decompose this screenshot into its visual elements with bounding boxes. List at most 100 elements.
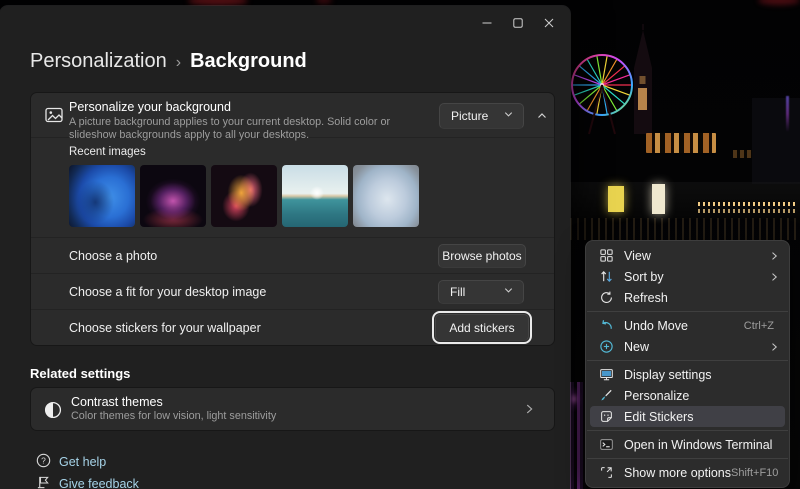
menu-item-display-settings[interactable]: Display settings — [590, 364, 785, 385]
breadcrumb: Personalization › Background — [30, 50, 307, 73]
browse-photos-button[interactable]: Browse photos — [438, 244, 526, 268]
menu-item-label: Sort by — [624, 270, 768, 284]
menu-item-open-in-windows-terminal[interactable]: Open in Windows Terminal — [590, 434, 785, 455]
chevron-right-icon — [768, 271, 780, 283]
church-tower — [626, 24, 660, 136]
personalize-background-card: Personalize your background A picture ba… — [30, 92, 555, 346]
contrast-themes-title: Contrast themes — [71, 395, 276, 410]
recent-images-section: Recent images — [31, 138, 554, 238]
menu-item-refresh[interactable]: Refresh — [590, 287, 785, 308]
get-help-link[interactable]: ? Get help — [36, 453, 106, 471]
close-button[interactable] — [533, 10, 564, 36]
menu-item-label: Edit Stickers — [624, 410, 778, 424]
recent-image-abstract-bloom-dark[interactable] — [211, 165, 277, 227]
menu-item-show-more-options[interactable]: Show more options Shift+F10 — [590, 462, 785, 483]
building-silhouette — [752, 98, 800, 184]
screen: Personalization › Background Personalize… — [0, 0, 800, 489]
get-help-label: Get help — [59, 455, 106, 469]
help-icon: ? — [36, 453, 51, 471]
recent-image-sun-over-water[interactable] — [282, 165, 348, 227]
sort-arrows-icon — [598, 269, 614, 285]
contrast-themes-card[interactable]: Contrast themes Color themes for low vis… — [30, 387, 555, 431]
refresh-icon — [598, 290, 614, 306]
menu-item-shortcut: Shift+F10 — [731, 467, 778, 479]
row-label: Choose a fit for your desktop image — [69, 285, 266, 299]
undo-icon — [598, 318, 614, 334]
menu-item-undo-move[interactable]: Undo Move Ctrl+Z — [590, 315, 785, 336]
sticker-icon — [598, 409, 614, 425]
image-icon — [44, 105, 64, 130]
lit-panel-pale — [652, 184, 665, 214]
row-label: Choose a photo — [69, 249, 157, 263]
monitor-icon — [598, 367, 614, 383]
dropdown-value: Fill — [450, 285, 465, 299]
chevron-up-icon[interactable] — [536, 109, 548, 127]
menu-item-label: Undo Move — [624, 319, 744, 333]
lit-panel-yellow — [608, 186, 624, 212]
menu-separator — [587, 311, 788, 312]
menu-item-label: View — [624, 249, 768, 263]
menu-item-sort-by[interactable]: Sort by — [590, 266, 785, 287]
recent-images-row — [69, 165, 554, 227]
chevron-down-icon — [503, 285, 514, 299]
menu-item-label: Open in Windows Terminal — [624, 438, 778, 452]
settings-window: Personalization › Background Personalize… — [0, 6, 570, 489]
menu-item-edit-stickers[interactable]: Edit Stickers — [590, 406, 785, 427]
add-stickers-button[interactable]: Add stickers — [435, 314, 529, 341]
page-title: Background — [190, 50, 307, 73]
row-label: Choose stickers for your wallpaper — [69, 321, 261, 335]
menu-item-label: Show more options — [624, 466, 731, 480]
breadcrumb-parent[interactable]: Personalization — [30, 50, 167, 73]
recent-image-windows-bloom-blue[interactable] — [69, 165, 135, 227]
red-light-glow — [758, 0, 800, 5]
breadcrumb-separator-icon: › — [176, 52, 181, 72]
desktop-context-menu: View Sort by Refresh Undo Move Ctrl+Z — [585, 240, 790, 488]
plus-circle-icon — [598, 339, 614, 355]
menu-item-personalize[interactable]: Personalize — [590, 385, 785, 406]
chevron-right-icon — [522, 402, 536, 421]
menu-item-label: New — [624, 340, 768, 354]
grid-icon — [598, 248, 614, 264]
menu-item-label: Display settings — [624, 368, 778, 382]
red-light-glow — [316, 0, 332, 4]
menu-separator — [587, 360, 788, 361]
fit-dropdown[interactable]: Fill — [438, 280, 524, 304]
dropdown-value: Picture — [451, 109, 488, 123]
related-settings-header: Related settings — [30, 366, 130, 381]
menu-separator — [587, 430, 788, 431]
menu-separator — [587, 458, 788, 459]
maximize-button[interactable] — [502, 10, 533, 36]
brush-icon — [598, 388, 614, 404]
background-type-dropdown[interactable]: Picture — [439, 103, 524, 129]
contrast-icon — [44, 401, 62, 424]
give-feedback-link[interactable]: Give feedback — [36, 475, 139, 489]
svg-text:?: ? — [41, 455, 46, 465]
card-title: Personalize your background — [69, 100, 429, 115]
chevron-down-icon — [503, 109, 514, 123]
recent-image-dark-purple-glow[interactable] — [140, 165, 206, 227]
give-feedback-label: Give feedback — [59, 477, 139, 489]
minimize-button[interactable] — [471, 10, 502, 36]
menu-item-shortcut: Ctrl+Z — [744, 320, 774, 332]
window-controls — [471, 10, 564, 36]
expand-icon — [598, 465, 614, 481]
terminal-icon — [598, 437, 614, 453]
choose-fit-row: Choose a fit for your desktop image Fill — [31, 274, 554, 310]
menu-item-label: Personalize — [624, 389, 778, 403]
string-lights — [698, 202, 798, 206]
bridge-with-lights — [570, 182, 800, 218]
chevron-right-icon — [768, 250, 780, 262]
feedback-icon — [36, 475, 51, 489]
card-header[interactable]: Personalize your background A picture ba… — [31, 93, 554, 138]
menu-item-label: Refresh — [624, 291, 778, 305]
choose-photo-row: Choose a photo Browse photos — [31, 238, 554, 274]
menu-item-new[interactable]: New — [590, 336, 785, 357]
chevron-right-icon — [768, 341, 780, 353]
string-lights — [698, 209, 798, 213]
recent-image-bloom-light-blue[interactable] — [353, 165, 419, 227]
menu-item-view[interactable]: View — [590, 245, 785, 266]
water-reflections — [570, 218, 800, 240]
neon-light-line — [786, 96, 789, 132]
lit-building-windows — [646, 133, 716, 153]
choose-stickers-row: Choose stickers for your wallpaper Add s… — [31, 310, 554, 346]
